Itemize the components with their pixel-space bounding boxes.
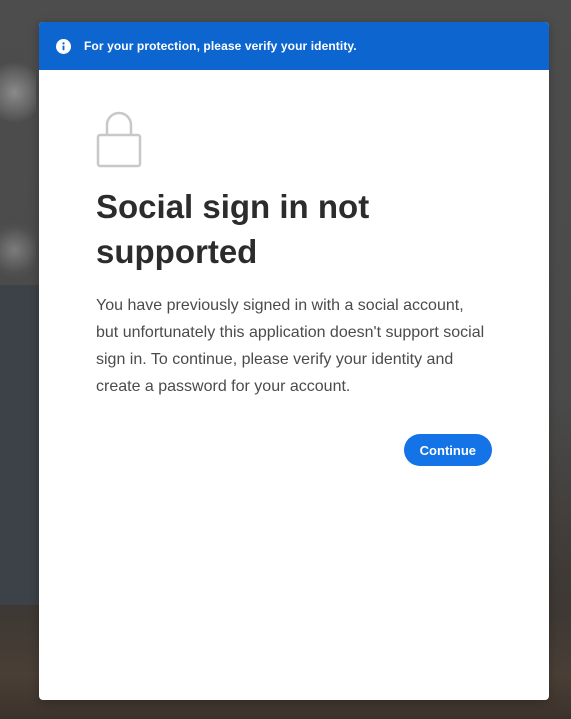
dialog-content: Social sign in not supported You have pr… — [39, 70, 549, 466]
description-text: You have previously signed in with a soc… — [96, 297, 485, 395]
lock-icon — [96, 110, 142, 168]
background-vase — [0, 285, 40, 605]
verify-identity-dialog: For your protection, please verify your … — [39, 22, 549, 700]
banner-text: For your protection, please verify your … — [84, 39, 357, 53]
continue-button[interactable]: Continue — [403, 434, 492, 466]
background-plant — [0, 55, 36, 130]
page-title: Social sign in not supported — [96, 188, 370, 270]
background-plant — [0, 215, 36, 285]
protection-banner: For your protection, please verify your … — [39, 22, 549, 70]
info-icon — [56, 38, 71, 54]
dialog-actions: Continue — [96, 434, 492, 466]
